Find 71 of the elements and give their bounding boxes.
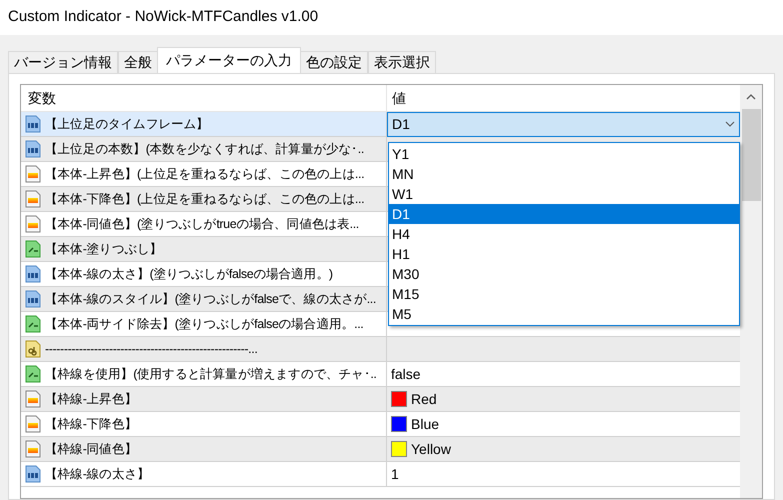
- parameter-value-cell[interactable]: Yellow: [387, 438, 455, 460]
- parameter-name: 【枠線-上昇色】: [45, 390, 137, 408]
- parameter-name: 【本体-線の太さ】(塗りつぶしがfalseの場合適用。): [45, 266, 333, 283]
- color-type-icon: [24, 415, 42, 433]
- scrollbar-thumb[interactable]: [742, 109, 760, 201]
- parameter-name-cell[interactable]: 【上位足の本数】(本数を少なくすれば、計算量が少な･..: [21, 137, 387, 161]
- number-type-icon: [24, 465, 42, 483]
- parameter-value-cell[interactable]: Blue: [387, 414, 444, 434]
- dropdown-option[interactable]: M5: [389, 304, 739, 324]
- number-type-icon: [24, 140, 42, 158]
- parameter-name: 【本体-塗りつぶし】: [45, 240, 162, 258]
- color-type-icon: [24, 165, 42, 183]
- tab[interactable]: パラメーターの入力: [157, 47, 301, 73]
- dropdown-option[interactable]: MN: [389, 164, 739, 184]
- parameter-name-cell[interactable]: 【枠線を使用】(使用すると計算量が増えますので、チャ･..: [21, 362, 387, 386]
- parameter-name: 【本体-下降色】(上位足を重ねるならば、この色の上は...: [45, 190, 364, 208]
- parameter-name-cell[interactable]: 【枠線-上昇色】: [21, 387, 387, 411]
- dropdown-option[interactable]: H4: [389, 224, 739, 244]
- number-type-icon: [24, 265, 42, 283]
- tab[interactable]: 表示選択: [368, 51, 436, 73]
- text-type-icon: [24, 340, 42, 358]
- color-type-icon: [24, 215, 42, 233]
- parameter-name: 【本体-同値色】(塗りつぶしがtrueの場合、同値色は表...: [45, 216, 359, 233]
- parameter-name-cell[interactable]: 【枠線-下降色】: [21, 412, 387, 436]
- dropdown-option[interactable]: M30: [389, 264, 739, 284]
- parameter-name-cell[interactable]: 【本体-塗りつぶし】: [21, 237, 387, 261]
- tab[interactable]: 全般: [118, 51, 158, 73]
- parameter-name: 【本体-両サイド除去】(塗りつぶしがfalseの場合適用。...: [45, 316, 364, 333]
- dropdown-option[interactable]: H1: [389, 244, 739, 264]
- parameter-name-cell[interactable]: 【本体-下降色】(上位足を重ねるならば、この色の上は...: [21, 187, 387, 211]
- toggle-type-icon: [24, 315, 42, 333]
- parameter-name-cell[interactable]: 【本体-上昇色】(上位足を重ねるならば、この色の上は...: [21, 162, 387, 186]
- parameter-name: 【本体-上昇色】(上位足を重ねるならば、この色の上は...: [45, 166, 364, 183]
- tab[interactable]: バージョン情報: [8, 51, 118, 73]
- parameter-name: 【上位足の本数】(本数を少なくすれば、計算量が少な･..: [45, 140, 364, 158]
- parameter-value-cell[interactable]: Red: [387, 388, 441, 410]
- parameter-name-cell[interactable]: 【枠線-線の太さ】: [21, 462, 387, 486]
- number-type-icon: [24, 290, 42, 308]
- parameter-name: 【枠線-下降色】: [45, 416, 137, 433]
- parameter-name: 【本体-線のスタイル】(塗りつぶしがfalseで、線の太さが...: [45, 290, 376, 308]
- color-type-icon: [24, 440, 42, 458]
- parameter-name-cell[interactable]: 【本体-線のスタイル】(塗りつぶしがfalseで、線の太さが...: [21, 287, 387, 311]
- window-title: Custom Indicator - NoWick-MTFCandles v1.00: [8, 7, 318, 28]
- color-type-icon: [24, 390, 42, 408]
- color-type-icon: [24, 190, 42, 208]
- tab[interactable]: 色の設定: [300, 51, 368, 73]
- dropdown-option[interactable]: W1: [389, 184, 739, 204]
- number-type-icon: [24, 115, 42, 133]
- parameter-name-cell[interactable]: 【本体-線の太さ】(塗りつぶしがfalseの場合適用。): [21, 262, 387, 286]
- parameter-name: 【上位足のタイムフレーム】: [45, 116, 209, 133]
- parameter-name-cell[interactable]: 【本体-同値色】(塗りつぶしがtrueの場合、同値色は表...: [21, 212, 387, 236]
- dropdown-option[interactable]: Y1: [389, 144, 739, 164]
- scrollbar[interactable]: [740, 85, 762, 498]
- parameter-value-cell[interactable]: 1: [387, 464, 403, 484]
- parameter-name: 【枠線-線の太さ】: [45, 466, 150, 483]
- parameter-name-cell[interactable]: 【枠線-同値色】: [21, 437, 387, 461]
- parameter-name-cell[interactable]: 【本体-両サイド除去】(塗りつぶしがfalseの場合適用。...: [21, 312, 387, 336]
- dropdown-option[interactable]: D1: [389, 204, 739, 224]
- parameter-value-cell[interactable]: false: [387, 364, 425, 384]
- toggle-type-icon: [24, 240, 42, 258]
- parameter-name: 【枠線-同値色】: [45, 440, 137, 458]
- column-header[interactable]: 値: [387, 85, 740, 111]
- dropdown-option[interactable]: M15: [389, 284, 739, 304]
- parameter-name: 【枠線を使用】(使用すると計算量が増えますので、チャ･..: [45, 366, 377, 383]
- chevron-down-icon: [725, 121, 735, 127]
- toggle-type-icon: [24, 365, 42, 383]
- parameter-name: ------------------------------------------------------...: [45, 340, 258, 358]
- column-header[interactable]: 変数: [21, 85, 387, 111]
- timeframe-dropdown[interactable]: D1: [387, 112, 740, 136]
- parameter-name-cell[interactable]: 【上位足のタイムフレーム】: [21, 112, 387, 136]
- scroll-up-icon[interactable]: [746, 94, 756, 100]
